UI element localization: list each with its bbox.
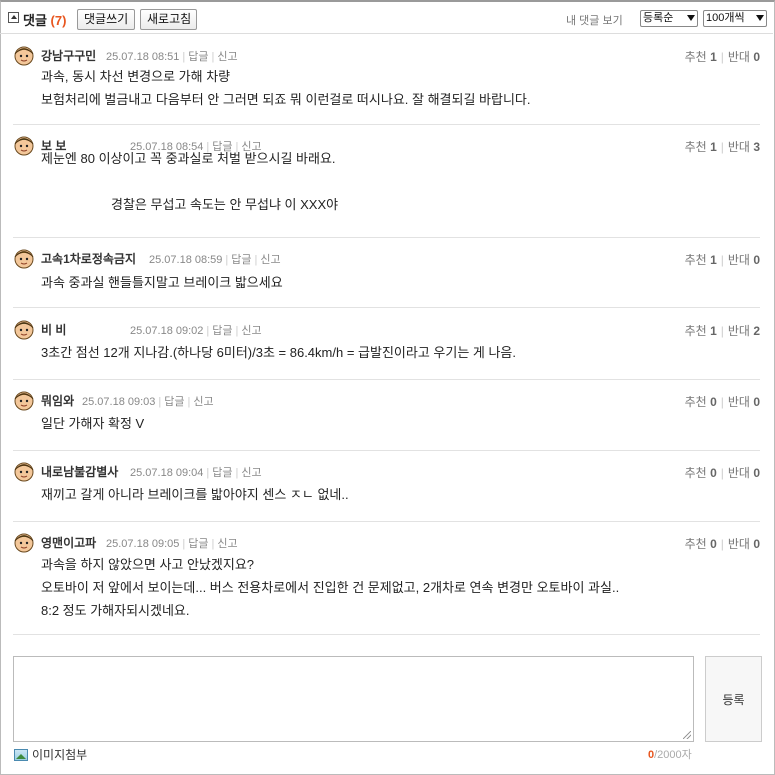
comment-date: 25.07.18 09:03 (82, 396, 156, 408)
comment-item: 강남구구민 25.07.18 08:51 | 답글 | 신고 추천 1 | 반대 0 과속, 동시… (13, 44, 760, 125)
comment-textarea[interactable] (13, 656, 694, 742)
downvote-button[interactable]: 반대 0 (728, 466, 760, 480)
report-link[interactable]: 신고 (241, 467, 261, 479)
submit-button[interactable]: 등록 (705, 656, 762, 742)
report-link[interactable]: 신고 (241, 325, 261, 337)
comment-title: 댓글 (7) (23, 13, 67, 28)
report-link[interactable]: 신고 (217, 51, 237, 63)
resize-handle-icon[interactable] (683, 731, 691, 739)
comment-votes: 추천 1 | 반대 3 (684, 140, 760, 154)
comment-text: 보험처리에 벌금내고 다음부터 안 그러면 되죠 뭐 이런걸로 떠시나요. 잘 … (41, 92, 531, 107)
comment-text: 3초간 점선 12개 지나감.(하나당 6미터)/3초 = 86.4km/h =… (41, 345, 516, 360)
comment-votes: 추천 1 | 반대 2 (684, 324, 760, 338)
chevron-down-icon (687, 15, 695, 21)
write-comment-button[interactable]: 댓글쓰기 (77, 9, 135, 30)
image-attach-label: 이미지첨부 (32, 748, 88, 762)
avatar-icon (13, 389, 35, 411)
upvote-button[interactable]: 추천 1 (685, 253, 717, 267)
comment-author[interactable]: 비 비 (41, 321, 66, 338)
comment-header: 댓글 (7) 댓글쓰기 새로고침 내 댓글 보기 등록순 100개씩 (0, 0, 773, 34)
collapse-icon[interactable] (8, 12, 19, 23)
comment-author[interactable]: 내로남불감별사 (41, 463, 118, 480)
avatar-icon (13, 247, 35, 269)
comment-item: 영맨이고파 25.07.18 09:05 | 답글 | 신고 추천 0 | 반대 0 과속을 하지… (13, 531, 760, 635)
reply-link[interactable]: 답글 (164, 396, 184, 408)
avatar-icon (13, 318, 35, 340)
reply-link[interactable]: 답글 (231, 254, 251, 266)
avatar-icon (13, 460, 35, 482)
comment-item: 고속1차로정속금지 25.07.18 08:59 | 답글 | 신고 추천 1 | 반대 0 과속… (13, 247, 760, 308)
comment-date: 25.07.18 08:51 (106, 51, 180, 63)
char-counter: 0/2000자 (648, 749, 692, 761)
comment-meta: 25.07.18 08:59 | 답글 | 신고 (149, 254, 281, 266)
comment-author[interactable]: 뭐임와 (41, 392, 74, 409)
comment-votes: 추천 1 | 반대 0 (684, 50, 760, 64)
upvote-button[interactable]: 추천 0 (685, 537, 717, 551)
comment-item: 보 보 25.07.18 08:54 | 답글 | 신고 추천 1 | 반대 3 제눈엔 80 이… (13, 134, 760, 238)
downvote-button[interactable]: 반대 3 (728, 140, 760, 154)
comment-item: 내로남불감별사 25.07.18 09:04 | 답글 | 신고 추천 0 | 반대 0 재끼고 … (13, 460, 760, 522)
comment-author[interactable]: 영맨이고파 (41, 534, 96, 551)
comment-text: 8:2 정도 가해자되시겠네요. (41, 603, 190, 618)
comment-meta: 25.07.18 08:51 | 답글 | 신고 (106, 51, 238, 63)
reply-link[interactable]: 답글 (188, 538, 208, 550)
chevron-down-icon (756, 15, 764, 21)
comment-item: 뭐임와 25.07.18 09:03 | 답글 | 신고 추천 0 | 반대 0 일단 가해자 확… (13, 389, 760, 451)
report-link[interactable]: 신고 (193, 396, 213, 408)
downvote-button[interactable]: 반대 0 (728, 50, 760, 64)
report-link[interactable]: 신고 (217, 538, 237, 550)
comment-item: 비 비 25.07.18 09:02 | 답글 | 신고 추천 1 | 반대 2 3초간 점선 1… (13, 318, 760, 380)
comment-count: (7) (50, 13, 67, 28)
comment-text: 경찰은 무섭고 속도는 안 무섭냐 이 XXX야 (111, 197, 339, 212)
comment-date: 25.07.18 09:04 (130, 467, 204, 479)
upvote-button[interactable]: 추천 0 (685, 395, 717, 409)
downvote-button[interactable]: 반대 0 (728, 253, 760, 267)
avatar-icon (13, 44, 35, 66)
comment-author[interactable]: 강남구구민 (41, 47, 96, 64)
comment-text: 오토바이 저 앞에서 보이는데... 버스 전용차로에서 진입한 건 문제없고,… (41, 580, 620, 595)
avatar-icon (13, 531, 35, 553)
comment-meta: 25.07.18 09:02 | 답글 | 신고 (130, 325, 262, 337)
comment-text: 과속 중과실 핸들틀지말고 브레이크 밟으세요 (41, 275, 283, 290)
comment-meta: 25.07.18 09:05 | 답글 | 신고 (106, 538, 238, 550)
upvote-button[interactable]: 추천 1 (685, 324, 717, 338)
downvote-button[interactable]: 반대 2 (728, 324, 760, 338)
comment-votes: 추천 0 | 반대 0 (684, 537, 760, 551)
comment-votes: 추천 0 | 반대 0 (684, 466, 760, 480)
downvote-button[interactable]: 반대 0 (728, 395, 760, 409)
image-attach-button[interactable]: 이미지첨부 (14, 746, 87, 763)
report-link[interactable]: 신고 (260, 254, 280, 266)
comment-text: 일단 가해자 확정 V (41, 416, 145, 431)
comment-meta: 25.07.18 09:04 | 답글 | 신고 (130, 467, 262, 479)
avatar-icon (13, 134, 35, 156)
comment-text: 과속을 하지 않았으면 사고 안났겠지요? (41, 557, 255, 572)
comment-votes: 추천 0 | 반대 0 (684, 395, 760, 409)
comment-text: 과속, 동시 차선 변경으로 가해 차량 (41, 69, 231, 84)
reply-link[interactable]: 답글 (212, 325, 232, 337)
image-icon (14, 748, 28, 761)
comment-date: 25.07.18 08:59 (149, 254, 223, 266)
comment-author[interactable]: 고속1차로정속금지 (41, 250, 136, 267)
sort-select[interactable]: 등록순 (640, 10, 698, 27)
reply-link[interactable]: 답글 (188, 51, 208, 63)
per-page-select[interactable]: 100개씩 (703, 10, 767, 27)
my-comments-link[interactable]: 내 댓글 보기 (566, 12, 623, 28)
upvote-button[interactable]: 추천 1 (685, 140, 717, 154)
comment-text: 재끼고 갈게 아니라 브레이크를 밟아야지 센스 ㅈㄴ 없네.. (41, 487, 349, 502)
comment-date: 25.07.18 09:02 (130, 325, 204, 337)
reply-link[interactable]: 답글 (212, 467, 232, 479)
upvote-button[interactable]: 추천 0 (685, 466, 717, 480)
upvote-button[interactable]: 추천 1 (685, 50, 717, 64)
refresh-button[interactable]: 새로고침 (140, 9, 197, 30)
comment-votes: 추천 1 | 반대 0 (684, 253, 760, 267)
downvote-button[interactable]: 반대 0 (728, 537, 760, 551)
comment-date: 25.07.18 09:05 (106, 538, 180, 550)
comment-text: 제눈엔 80 이상이고 꼭 중과실로 처벌 받으시길 바래요. (41, 151, 336, 166)
comment-meta: 25.07.18 09:03 | 답글 | 신고 (82, 396, 214, 408)
